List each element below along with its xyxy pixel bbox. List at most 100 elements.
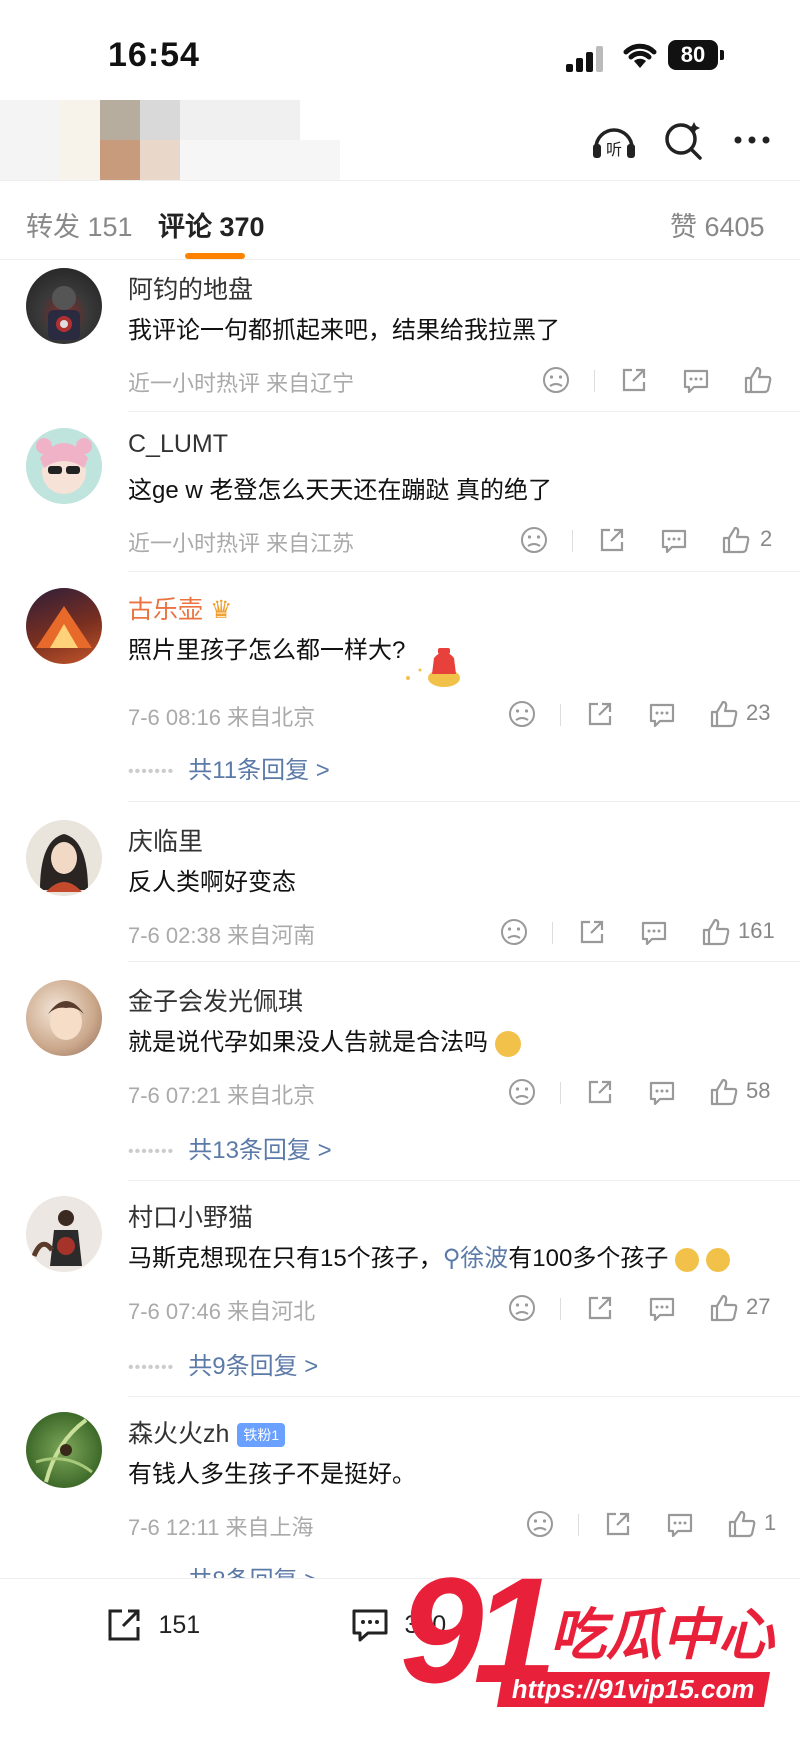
tab-comments[interactable]: 评论 370: [158, 205, 265, 244]
comment-meta: 近一小时热评 来自辽宁: [128, 371, 355, 396]
comment-actions: 23: [506, 698, 796, 734]
more-icon[interactable]: [730, 118, 774, 162]
avatar[interactable]: [26, 1196, 102, 1272]
comment-actions: 161: [498, 916, 796, 952]
comment-divider: [128, 411, 800, 412]
avatar[interactable]: [26, 588, 102, 664]
comment-meta: 7-6 07:21 来自北京: [128, 1083, 316, 1108]
blurred-user-header: [0, 100, 340, 180]
action-divider: [594, 370, 595, 392]
reply-icon[interactable]: [680, 364, 712, 396]
like-icon[interactable]: [720, 524, 752, 556]
reply-icon[interactable]: [664, 1508, 696, 1540]
like-count: 161: [738, 918, 775, 943]
listen-icon[interactable]: 听: [590, 118, 638, 162]
like-icon[interactable]: [708, 698, 740, 730]
comment-divider: [128, 571, 800, 572]
share-icon[interactable]: [584, 1076, 616, 1108]
status-time: 16:54: [108, 36, 200, 74]
comment-item: 阿钧的地盘 我评论一句都抓起来吧，结果给我拉黑了 近一小时热评 来自辽宁: [0, 268, 800, 412]
repost-count: 151: [158, 1610, 201, 1639]
avatar[interactable]: [26, 1412, 102, 1488]
comment-meta: 7-6 02:38 来自河南: [128, 923, 316, 948]
view-replies-link[interactable]: ••••••• 共11条回复 >: [128, 750, 330, 785]
top-actions: 听: [590, 118, 780, 162]
like-count: 27: [746, 1294, 771, 1319]
like-count: 58: [746, 1078, 771, 1103]
search-link[interactable]: ⚲徐波: [443, 1245, 509, 1272]
dislike-icon[interactable]: [524, 1508, 556, 1540]
dislike-icon[interactable]: [518, 524, 550, 556]
view-replies-link[interactable]: ••••••• 共13条回复 >: [128, 1130, 332, 1165]
comment-divider: [128, 801, 800, 802]
share-icon[interactable]: [576, 916, 608, 948]
comment-author[interactable]: 阿钧的地盘: [128, 270, 253, 306]
comment-author[interactable]: 村口小野猫: [128, 1198, 253, 1234]
view-replies-link[interactable]: ••••••• 共9条回复 >: [128, 1346, 318, 1381]
signal-icon: [566, 42, 610, 72]
avatar[interactable]: [26, 980, 102, 1056]
comment-divider: [128, 961, 800, 962]
fan-badge: 铁粉1: [237, 1423, 286, 1448]
tab-bar: 转发 151 评论 370 赞 6405: [0, 180, 800, 260]
like-icon[interactable]: [726, 1508, 758, 1540]
reply-icon[interactable]: [646, 1292, 678, 1324]
comment-actions: 58: [506, 1076, 796, 1112]
tab-likes[interactable]: 赞 6405: [670, 205, 765, 244]
like-icon[interactable]: [708, 1076, 740, 1108]
like-count: 23: [746, 700, 771, 725]
watermark-brand: 吃瓜中心: [550, 1603, 774, 1666]
share-icon[interactable]: [596, 524, 628, 556]
share-icon[interactable]: [618, 364, 650, 396]
dislike-icon[interactable]: [506, 1292, 538, 1324]
comment-author[interactable]: C_LUMT: [128, 430, 228, 459]
comment-text: 反人类啊好变态: [128, 869, 296, 896]
comment-text: 我评论一句都抓起来吧，结果给我拉黑了: [128, 317, 560, 344]
dislike-icon[interactable]: [506, 698, 538, 730]
like-icon[interactable]: [742, 364, 774, 396]
bottom-repost-button[interactable]: 151: [102, 1603, 200, 1651]
laugh-cry-emoji-icon: [705, 1247, 730, 1272]
share-icon[interactable]: [584, 1292, 616, 1324]
search-link-icon: ⚲: [442, 1245, 461, 1272]
watermark: 91 吃瓜中心 https://91vip15.com: [400, 1550, 800, 1738]
dislike-icon[interactable]: [540, 364, 572, 396]
reply-icon[interactable]: [646, 698, 678, 730]
status-bar: 16:54 80: [0, 0, 800, 110]
action-divider: [560, 704, 561, 726]
comment-author[interactable]: 森火火zh 铁粉1: [128, 1414, 286, 1450]
reply-icon[interactable]: [638, 916, 670, 948]
dislike-icon[interactable]: [498, 916, 530, 948]
dislike-icon[interactable]: [506, 1076, 538, 1108]
tab-repost[interactable]: 转发 151: [26, 205, 133, 244]
comment-actions: [540, 364, 780, 400]
view-replies-link[interactable]: •••••••共8条回复 >: [128, 1560, 318, 1580]
comment-meta: 7-6 12:11 来自上海: [128, 1515, 314, 1540]
laugh-cry-emoji-icon: [675, 1247, 699, 1272]
comment-actions: 27: [506, 1292, 796, 1328]
comment-author[interactable]: 古乐壶 ♛: [128, 590, 232, 626]
reply-icon[interactable]: [658, 524, 690, 556]
comment-author[interactable]: 庆临里: [128, 822, 203, 858]
share-icon[interactable]: [602, 1508, 634, 1540]
comment-item: 金子会发光佩琪 就是说代孕如果没人告就是合法吗 7-6 07:21 来自北京 5…: [0, 980, 800, 1181]
avatar[interactable]: [26, 428, 102, 504]
like-icon[interactable]: [700, 916, 732, 948]
comment-author[interactable]: 金子会发光佩琪: [128, 982, 303, 1018]
comment-actions: 2: [518, 524, 788, 560]
avatar[interactable]: [26, 820, 102, 896]
lucky-bag-sticker: [400, 640, 470, 690]
reply-icon[interactable]: [646, 1076, 678, 1108]
comment-actions: 1: [524, 1508, 794, 1544]
comment-divider: [128, 1180, 800, 1181]
svg-text:听: 听: [606, 140, 622, 159]
action-divider: [578, 1514, 579, 1536]
share-icon[interactable]: [584, 698, 616, 730]
like-count: 2: [760, 526, 773, 551]
action-divider: [560, 1082, 561, 1104]
action-divider: [560, 1298, 561, 1320]
like-icon[interactable]: [708, 1292, 740, 1324]
avatar[interactable]: [26, 268, 102, 344]
search-icon[interactable]: [662, 118, 706, 162]
comment-divider: [128, 1396, 800, 1397]
